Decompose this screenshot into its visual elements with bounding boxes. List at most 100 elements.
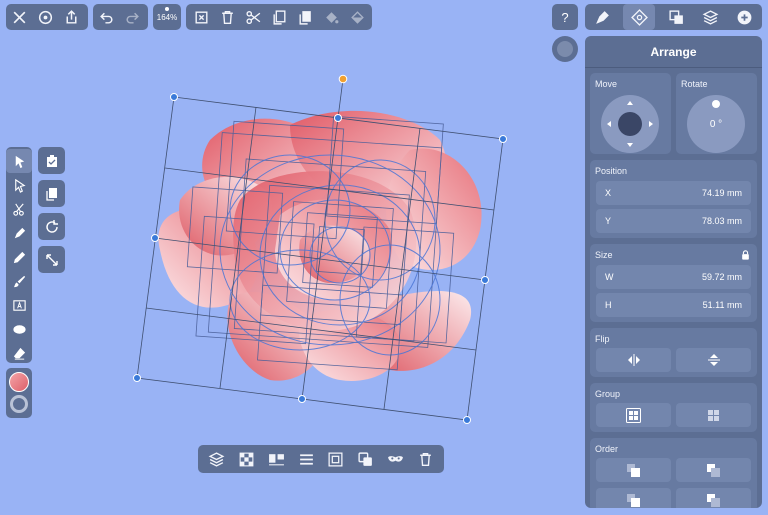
- copy-icon[interactable]: [266, 4, 292, 30]
- x-label: X: [605, 188, 612, 198]
- size-section: Size W 59.72 mm H 51.11 mm: [590, 244, 757, 322]
- h-value: 51.11 mm: [702, 300, 742, 310]
- move-joystick[interactable]: [601, 95, 659, 153]
- rotate-value: 0 °: [709, 119, 723, 130]
- height-field[interactable]: H 51.11 mm: [596, 293, 751, 317]
- rotate-section: Rotate 0 °: [676, 73, 757, 154]
- y-field[interactable]: Y 78.03 mm: [596, 209, 751, 233]
- zoom-level[interactable]: 164%: [154, 4, 180, 30]
- rotate-label: Rotate: [681, 79, 708, 89]
- inspector-tabs: [585, 4, 762, 30]
- bring-to-front-button[interactable]: [596, 458, 671, 482]
- tool-sidebar: [6, 147, 32, 363]
- y-label: Y: [605, 216, 612, 226]
- tab-arrange[interactable]: [623, 4, 656, 30]
- lock-icon[interactable]: [741, 250, 750, 260]
- send-to-back-button[interactable]: [676, 488, 751, 508]
- ellipse-tool-icon[interactable]: [6, 317, 32, 341]
- bring-forward-button[interactable]: [676, 458, 751, 482]
- mask-icon[interactable]: [382, 446, 408, 472]
- y-value: 78.03 mm: [701, 216, 742, 226]
- scale-mode-icon[interactable]: [38, 246, 65, 273]
- help-button[interactable]: ?: [552, 4, 578, 30]
- panel-title: Arrange: [585, 36, 762, 68]
- width-field[interactable]: W 59.72 mm: [596, 265, 751, 289]
- file-toolbar: [6, 4, 88, 30]
- flip-horizontal-icon: [627, 354, 640, 366]
- settings-icon[interactable]: [32, 4, 58, 30]
- align-icon[interactable]: [263, 446, 289, 472]
- close-icon[interactable]: [6, 4, 32, 30]
- color-swatches: [6, 368, 32, 418]
- tab-layers[interactable]: [698, 4, 724, 30]
- history-toolbar: [93, 4, 148, 30]
- scissors-tool-icon[interactable]: [6, 197, 32, 221]
- scissors-icon[interactable]: [240, 4, 266, 30]
- flip-section: Flip: [590, 328, 757, 377]
- h-label: H: [605, 300, 612, 310]
- pencil-tool-icon[interactable]: [6, 245, 32, 269]
- rotate-handle[interactable]: [338, 74, 348, 84]
- send-backward-icon: [627, 493, 640, 507]
- fill-color-swatch[interactable]: [9, 372, 29, 392]
- panel-toggle-button[interactable]: [552, 36, 578, 62]
- x-value: 74.19 mm: [701, 188, 742, 198]
- transparency-icon[interactable]: [234, 446, 260, 472]
- move-section: Move: [590, 73, 671, 154]
- rotate-dial[interactable]: 0 °: [687, 95, 745, 153]
- brush-tool-icon[interactable]: [6, 269, 32, 293]
- flip-vertical-icon: [707, 354, 720, 366]
- node-tool-icon[interactable]: [6, 173, 32, 197]
- layers-icon[interactable]: [204, 446, 230, 472]
- group-section: Group: [590, 383, 757, 432]
- paste-icon[interactable]: [292, 4, 318, 30]
- pen-tool-icon[interactable]: [6, 221, 32, 245]
- move-arrows-icon: [607, 101, 653, 147]
- distribute-icon[interactable]: [293, 446, 319, 472]
- move-label: Move: [595, 79, 618, 89]
- redo-icon[interactable]: [119, 4, 145, 30]
- edit-toolbar: [186, 4, 372, 30]
- group-button[interactable]: [596, 403, 671, 427]
- trash-icon[interactable]: [214, 4, 240, 30]
- flip-horizontal-button[interactable]: [596, 348, 671, 372]
- paste-style-icon[interactable]: [318, 4, 344, 30]
- bring-to-front-icon: [627, 463, 640, 477]
- ungroup-icon: [708, 409, 719, 421]
- text-tool-icon[interactable]: [6, 293, 32, 317]
- duplicate-icon[interactable]: [38, 180, 65, 207]
- order-section: Order: [590, 438, 757, 508]
- paste-inside-icon[interactable]: [38, 147, 65, 174]
- delete-icon[interactable]: [412, 446, 438, 472]
- send-backward-button[interactable]: [596, 488, 671, 508]
- x-field[interactable]: X 74.19 mm: [596, 181, 751, 205]
- flip-vertical-button[interactable]: [676, 348, 751, 372]
- add-icon[interactable]: [732, 4, 758, 30]
- share-icon[interactable]: [58, 4, 84, 30]
- group-label: Group: [595, 389, 621, 399]
- rotate-mode-icon[interactable]: [38, 213, 65, 240]
- selection-tool-icon[interactable]: [6, 149, 32, 173]
- deselect-icon[interactable]: [188, 4, 214, 30]
- zoom-control[interactable]: 164%: [153, 4, 181, 30]
- rose-artwork[interactable]: [158, 110, 482, 381]
- position-label: Position: [595, 166, 628, 176]
- tab-path[interactable]: [663, 4, 689, 30]
- size-label: Size: [595, 250, 613, 260]
- bring-forward-icon: [707, 463, 720, 477]
- stroke-color-swatch[interactable]: [10, 395, 28, 413]
- ungroup-button[interactable]: [676, 403, 751, 427]
- fill-bucket-icon[interactable]: [344, 4, 370, 30]
- eraser-tool-icon[interactable]: [6, 341, 32, 365]
- boolean-union-icon[interactable]: [353, 446, 379, 472]
- send-to-back-icon: [707, 493, 720, 507]
- tab-style[interactable]: [589, 4, 615, 30]
- order-label: Order: [595, 444, 619, 454]
- w-value: 59.72 mm: [701, 272, 742, 282]
- fit-frame-icon[interactable]: [323, 446, 349, 472]
- group-icon: [626, 407, 641, 423]
- position-section: Position X 74.19 mm Y 78.03 mm: [590, 160, 757, 238]
- arrange-panel: Arrange Move Rotate 0 ° Position X 74.19…: [585, 36, 762, 508]
- rotate-dial-knob[interactable]: [712, 100, 720, 108]
- undo-icon[interactable]: [93, 4, 119, 30]
